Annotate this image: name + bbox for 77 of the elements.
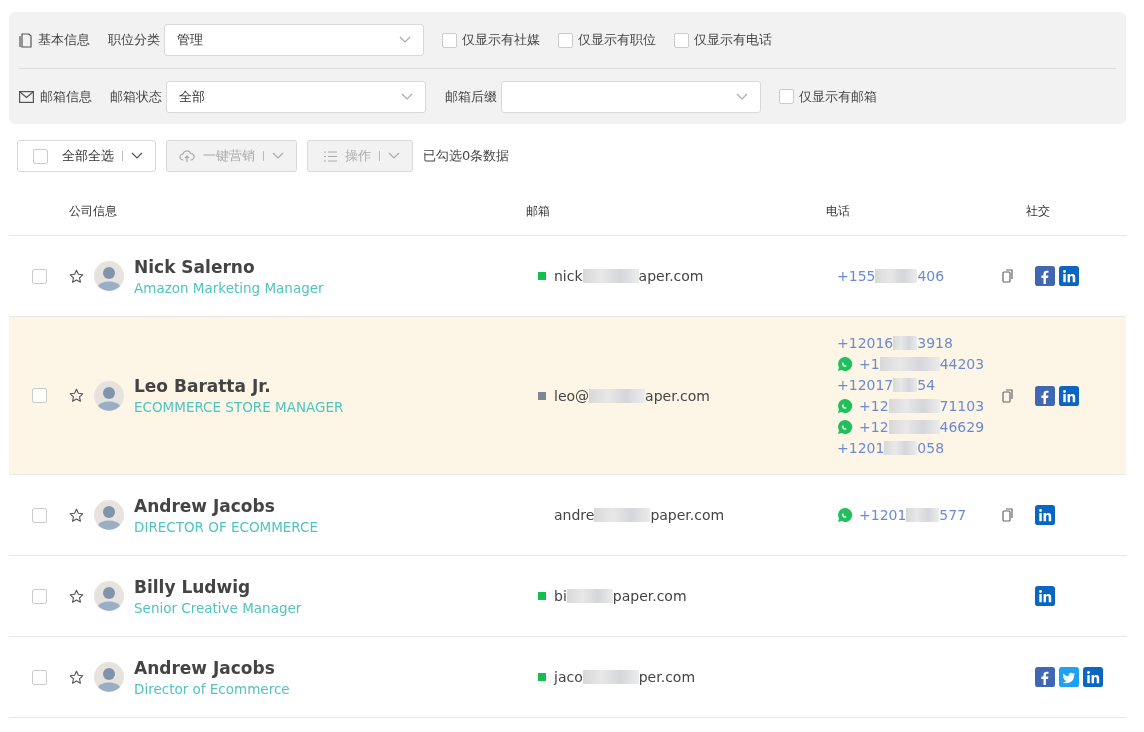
section-label: 基本信息 <box>38 31 91 49</box>
phone-number[interactable]: +12017 54 <box>837 377 936 393</box>
row-checkbox[interactable] <box>31 507 47 523</box>
linkedin-icon[interactable] <box>1083 667 1103 687</box>
bird-icon[interactable] <box>1059 667 1079 687</box>
phone-number[interactable]: +1201 058 <box>837 440 945 456</box>
contact-name: Nick Salerno <box>134 256 256 277</box>
contact-name: Billy Ludwig <box>134 576 252 597</box>
section-label: 邮箱信息 <box>40 87 93 106</box>
phone-number[interactable]: +12 71103 <box>859 398 985 414</box>
copy-icon[interactable] <box>1002 269 1014 283</box>
email-address: jaco per.com <box>554 669 696 685</box>
phone-number[interactable]: +155 406 <box>837 268 945 284</box>
field-label: 邮箱状态 <box>110 87 162 106</box>
linkedin-icon[interactable] <box>1035 586 1055 606</box>
facebook-icon[interactable] <box>1035 385 1055 406</box>
position-select[interactable]: 管理 <box>164 24 424 56</box>
avatar-icon <box>94 261 124 291</box>
chevron-icon <box>736 92 748 101</box>
selection-count: 已勾选0条数据 <box>423 147 510 165</box>
email-address: bi paper.com <box>554 588 687 604</box>
job-title: Senior Creative Manager <box>134 599 302 616</box>
contact-name: Leo Baratta Jr. <box>134 376 272 396</box>
filter-checkbox[interactable]: 仅显示有社媒 <box>442 31 540 49</box>
star-icon[interactable] <box>69 669 84 685</box>
field-label: 邮箱后缀 <box>445 87 497 106</box>
linkedin-icon[interactable] <box>1059 385 1079 406</box>
copy-icon[interactable] <box>1002 388 1014 403</box>
phone-number[interactable]: +12016 3918 <box>837 335 953 351</box>
phone-number[interactable]: +1201 577 <box>859 507 967 523</box>
avatar-icon <box>94 500 124 530</box>
status-select[interactable]: 全部 <box>166 80 426 113</box>
star-icon[interactable] <box>69 268 84 284</box>
copy-icon[interactable] <box>1002 508 1014 522</box>
avatar-icon <box>94 662 124 692</box>
row-checkbox[interactable] <box>31 669 47 685</box>
row-checkbox[interactable] <box>31 588 47 604</box>
select-all-button[interactable]: 全部全选 <box>17 140 156 172</box>
facebook-icon[interactable] <box>1035 667 1055 687</box>
job-title: ECOMMERCE STORE MANAGER <box>134 399 344 415</box>
column-header: 邮箱 <box>526 203 551 220</box>
filter-checkbox[interactable]: 仅显示有电话 <box>674 31 772 49</box>
star-icon[interactable] <box>69 588 84 604</box>
chevron-icon <box>401 92 413 101</box>
facebook-icon[interactable] <box>1035 266 1055 286</box>
chevron-icon <box>131 152 143 160</box>
contact-name: Andrew Jacobs <box>134 657 276 678</box>
contact-name: Andrew Jacobs <box>134 495 276 516</box>
email-address: leo@ aper.com <box>554 387 710 404</box>
phone-number[interactable]: +12 46629 <box>859 419 985 435</box>
filter-checkbox[interactable]: 仅显示有邮箱 <box>779 87 877 106</box>
job-title: Amazon Marketing Manager <box>134 279 324 296</box>
job-title: Director of Ecommerce <box>134 680 290 697</box>
column-header: 电话 <box>826 203 851 220</box>
column-header: 公司信息 <box>69 203 118 220</box>
document-icon <box>19 32 32 48</box>
linkedin-icon[interactable] <box>1059 266 1079 286</box>
email-address: andre paper.com <box>554 507 725 523</box>
job-title: DIRECTOR OF ECOMMERCE <box>134 518 318 535</box>
email-address: nick aper.com <box>554 268 704 284</box>
star-icon[interactable] <box>69 507 84 523</box>
column-header: 社交 <box>1026 203 1051 220</box>
linkedin-icon[interactable] <box>1035 505 1055 525</box>
chevron-icon <box>388 152 400 160</box>
row-checkbox[interactable] <box>31 388 47 403</box>
list-icon <box>324 150 337 162</box>
filter-checkbox[interactable]: 仅显示有职位 <box>558 31 656 49</box>
avatar-icon <box>94 380 124 411</box>
chevron-icon <box>399 36 411 44</box>
avatar-icon <box>94 581 124 611</box>
cloud-upload-icon <box>179 149 195 163</box>
star-icon[interactable] <box>69 388 84 403</box>
row-checkbox[interactable] <box>31 268 47 284</box>
phone-number[interactable]: +1 44203 <box>859 356 985 372</box>
field-label: 职位分类 <box>108 31 160 49</box>
chevron-icon <box>272 152 284 160</box>
mail-icon <box>19 90 34 103</box>
